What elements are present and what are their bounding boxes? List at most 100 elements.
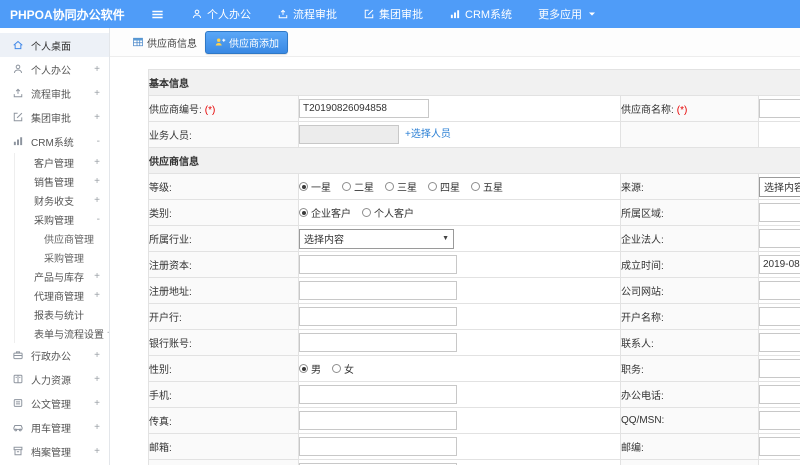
- select-staff-link[interactable]: +选择人员: [405, 129, 451, 140]
- sidebar-item[interactable]: 集团审批 +: [0, 105, 109, 129]
- sidebar-item[interactable]: 个人办公 +: [0, 57, 109, 81]
- bank-name-input[interactable]: [299, 307, 457, 326]
- sidebar-item[interactable]: 销售管理 +: [14, 172, 109, 191]
- email-input[interactable]: [299, 437, 457, 456]
- field-value-cell: [298, 459, 621, 465]
- sidebar-item[interactable]: 用车管理 +: [0, 415, 109, 439]
- region-input[interactable]: [759, 203, 800, 222]
- hamburger-icon[interactable]: [150, 7, 165, 22]
- sidebar-item[interactable]: 人力资源 +: [0, 367, 109, 391]
- qq-msn-input[interactable]: [759, 411, 800, 430]
- field-value-cell: [758, 355, 800, 382]
- top-menu-item-label: 集团审批: [379, 9, 423, 21]
- expand-toggle-icon[interactable]: -: [94, 136, 100, 147]
- sidebar-item[interactable]: 采购管理: [14, 248, 109, 267]
- expand-toggle-icon[interactable]: +: [91, 157, 100, 168]
- account-name-input[interactable]: [759, 307, 800, 326]
- mobile-input[interactable]: [299, 385, 457, 404]
- sidebar-item[interactable]: 产品与库存 +: [14, 267, 109, 286]
- established-date-input[interactable]: [759, 255, 800, 274]
- grade-radio[interactable]: 五星: [471, 179, 503, 194]
- grade-radio[interactable]: 一星: [299, 179, 331, 194]
- gender-radio[interactable]: 男: [299, 361, 321, 376]
- contact-person-input[interactable]: [759, 333, 800, 352]
- field-label: QQ/MSN:: [620, 407, 759, 434]
- expand-toggle-icon[interactable]: +: [91, 350, 100, 361]
- expand-toggle-icon[interactable]: +: [91, 374, 100, 385]
- top-menu-item[interactable]: 更多应用: [538, 6, 598, 22]
- field-label-text: 公司网站:: [621, 287, 664, 298]
- sidebar-item[interactable]: 公文管理 +: [0, 391, 109, 415]
- position-input[interactable]: [759, 359, 800, 378]
- document-icon: [12, 397, 24, 409]
- radio-button-icon[interactable]: [362, 208, 371, 217]
- tab-supplier-info[interactable]: 供应商信息: [132, 35, 197, 50]
- expand-toggle-icon[interactable]: +: [91, 422, 100, 433]
- supplier-name-input[interactable]: [759, 99, 800, 118]
- category-radio[interactable]: 个人客户: [362, 205, 414, 220]
- form-row: 性别: 男女职务:: [148, 355, 800, 382]
- registered-address-input[interactable]: [299, 281, 457, 300]
- radio-button-icon[interactable]: [428, 182, 437, 191]
- expand-toggle-icon[interactable]: -: [94, 214, 100, 225]
- supplier-code-input[interactable]: [299, 99, 429, 118]
- field-value-cell: [298, 433, 621, 460]
- select-value: 选择内容: [304, 235, 344, 246]
- radio-button-icon[interactable]: [342, 182, 351, 191]
- tab-supplier-add[interactable]: 供应商添加: [205, 30, 288, 54]
- form-row: 邮箱: 邮编:: [148, 433, 800, 460]
- sidebar-item[interactable]: 财务收支 +: [14, 191, 109, 210]
- radio-button-icon[interactable]: [385, 182, 394, 191]
- sidebar-item[interactable]: 客户管理 +: [14, 153, 109, 172]
- fax-input[interactable]: [299, 411, 457, 430]
- sidebar-item-active[interactable]: 个人桌面: [0, 33, 109, 57]
- office-phone-input[interactable]: [759, 385, 800, 404]
- section-header: 基本信息: [148, 69, 800, 96]
- category-radio[interactable]: 企业客户: [299, 205, 351, 220]
- sidebar-item[interactable]: CRM系统 -: [0, 129, 109, 153]
- radio-button-icon[interactable]: [299, 182, 308, 191]
- gender-radio[interactable]: 女: [332, 361, 354, 376]
- top-menu-item[interactable]: 个人办公: [191, 6, 251, 22]
- radio-button-icon[interactable]: [299, 364, 308, 373]
- industry-select[interactable]: 选择内容 ▼: [299, 228, 454, 249]
- top-menu-item[interactable]: CRM系统: [449, 6, 512, 22]
- top-menu-item[interactable]: 集团审批: [363, 6, 423, 22]
- grade-radio[interactable]: 二星: [342, 179, 374, 194]
- home-icon: [12, 39, 24, 51]
- sidebar-item[interactable]: 报表与统计: [14, 305, 109, 324]
- form-row: 传真: QQ/MSN:: [148, 407, 800, 434]
- sidebar-item[interactable]: 档案管理 +: [0, 439, 109, 463]
- expand-toggle-icon[interactable]: +: [91, 64, 100, 75]
- expand-toggle-icon[interactable]: +: [91, 290, 100, 301]
- company-website-input[interactable]: [759, 281, 800, 300]
- registered-capital-input[interactable]: [299, 255, 457, 274]
- select-value: 选择内容: [764, 183, 800, 194]
- zip-code-input[interactable]: [759, 437, 800, 456]
- form-row: 等级: 一星 二星 三星 四星 五星 来源: 选择内容▼: [148, 173, 800, 200]
- grade-radio[interactable]: 四星: [428, 179, 460, 194]
- sidebar-item[interactable]: 采购管理 -: [14, 210, 109, 229]
- radio-button-icon[interactable]: [299, 208, 308, 217]
- source-select[interactable]: 选择内容▼: [759, 176, 800, 197]
- expand-toggle-icon[interactable]: +: [91, 176, 100, 187]
- radio-button-icon[interactable]: [471, 182, 480, 191]
- expand-toggle-icon[interactable]: +: [91, 112, 100, 123]
- expand-toggle-icon[interactable]: +: [91, 195, 100, 206]
- grade-radio[interactable]: 三星: [385, 179, 417, 194]
- sidebar-item[interactable]: 行政办公 +: [0, 343, 109, 367]
- sidebar-item[interactable]: 流程审批 +: [0, 81, 109, 105]
- expand-toggle-icon[interactable]: +: [91, 271, 100, 282]
- top-menu-item-label: 个人办公: [207, 9, 251, 21]
- sidebar-item[interactable]: 表单与流程设置+: [14, 324, 109, 343]
- expand-toggle-icon[interactable]: +: [91, 398, 100, 409]
- sidebar-item[interactable]: 供应商管理: [14, 229, 109, 248]
- top-menu-item[interactable]: 流程审批: [277, 6, 337, 22]
- expand-toggle-icon[interactable]: +: [91, 446, 100, 457]
- bank-account-input[interactable]: [299, 333, 457, 352]
- radio-button-icon[interactable]: [332, 364, 341, 373]
- field-label-text: 办公电话:: [621, 391, 664, 402]
- expand-toggle-icon[interactable]: +: [91, 88, 100, 99]
- sidebar-item[interactable]: 代理商管理 +: [14, 286, 109, 305]
- legal-person-input[interactable]: [759, 229, 800, 248]
